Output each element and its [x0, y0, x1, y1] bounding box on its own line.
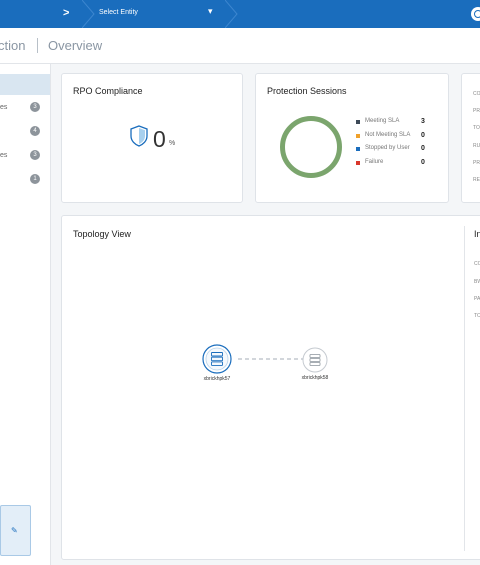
- legend-item: Failure 0: [356, 159, 436, 171]
- count-badge: 3: [30, 102, 40, 112]
- sidebar-item[interactable]: es 3: [0, 150, 50, 164]
- topology-node[interactable]: xbrickhpk57: [202, 344, 232, 382]
- page-title: Overview: [48, 38, 103, 53]
- topology-link: [238, 358, 304, 360]
- server-icon[interactable]: [202, 344, 232, 374]
- legend-swatch: [356, 120, 360, 124]
- server-icon[interactable]: [302, 347, 328, 373]
- detail-label: PR: [473, 160, 480, 166]
- legend-label: Failure: [365, 159, 384, 165]
- count-badge: 4: [30, 126, 40, 136]
- card-title: Protection Sessions: [267, 86, 347, 96]
- sidebar-item-selected[interactable]: [0, 74, 50, 95]
- detail-label: RE: [473, 177, 480, 183]
- title-divider: [37, 38, 38, 53]
- topology-node[interactable]: xbrickhpk58: [302, 347, 328, 381]
- sidebar-action-card[interactable]: ✎: [0, 505, 31, 556]
- legend-item: Meeting SLA 3: [356, 118, 436, 130]
- count-badge: 1: [30, 174, 40, 184]
- sidebar-item[interactable]: 4: [0, 126, 50, 140]
- rpo-unit: %: [169, 140, 176, 147]
- node-label: xbrickhpk57: [203, 376, 231, 382]
- topology-card: Topology View xbrickhpk57 xbrickhpk58 In…: [61, 215, 480, 560]
- breadcrumb-chevron-icon[interactable]: >: [63, 7, 69, 19]
- legend-item: Not Meeting SLA 0: [356, 132, 436, 144]
- legend-label: Meeting SLA: [365, 118, 400, 124]
- edit-icon[interactable]: ✎: [11, 526, 18, 535]
- detail-label: PR: [473, 108, 480, 114]
- sidebar-item[interactable]: es 3: [0, 102, 50, 116]
- breadcrumb-divider: [225, 0, 238, 28]
- sidebar-item-label: es: [0, 104, 8, 111]
- legend-item: Stopped by User 0: [356, 145, 436, 157]
- card-title: Topology View: [73, 229, 131, 239]
- detail-label: TO: [473, 125, 480, 131]
- sidebar-item[interactable]: 1: [0, 174, 50, 188]
- node-label: xbrickhpk58: [301, 375, 329, 381]
- detail-label: RU: [473, 143, 480, 149]
- count-badge: 3: [30, 150, 40, 160]
- sessions-donut-chart: [280, 116, 342, 178]
- shield-icon: [130, 125, 148, 147]
- details-card: CO PR TO RU PR RE: [461, 73, 480, 203]
- legend-swatch: [356, 161, 360, 165]
- info-label: BW: [474, 279, 480, 285]
- legend-label: Not Meeting SLA: [365, 132, 411, 138]
- breadcrumb-divider: [82, 0, 95, 28]
- search-icon[interactable]: [471, 7, 480, 21]
- donut-slice-meeting-sla: [280, 116, 342, 178]
- rpo-compliance-card: RPO Compliance 0 %: [61, 73, 243, 203]
- legend-value: 0: [421, 159, 425, 166]
- info-label: CO: [474, 261, 480, 267]
- legend-swatch: [356, 147, 360, 151]
- info-label: PA: [474, 296, 480, 302]
- section-title: ction: [0, 38, 26, 53]
- protection-sessions-card: Protection Sessions Meeting SLA 3 Not Me…: [255, 73, 449, 203]
- chevron-down-icon[interactable]: ▾: [208, 6, 213, 17]
- sidebar-item-label: es: [0, 152, 8, 159]
- legend-value: 0: [421, 145, 425, 152]
- rpo-value: 0: [153, 126, 166, 152]
- info-label: TO: [474, 313, 480, 319]
- panel-divider: [464, 226, 465, 551]
- legend-value: 3: [421, 118, 425, 125]
- entity-select[interactable]: Select Entity: [99, 9, 138, 16]
- sidebar: es 3 4 es 3 1 ✎: [0, 64, 51, 565]
- legend-value: 0: [421, 132, 425, 139]
- top-navigation-bar: > Select Entity ▾: [0, 0, 480, 28]
- detail-label: CO: [473, 91, 480, 97]
- legend-swatch: [356, 134, 360, 138]
- page-header: ction Overview: [0, 28, 480, 64]
- card-title: RPO Compliance: [73, 86, 143, 96]
- legend-label: Stopped by User: [365, 145, 410, 151]
- info-panel-title: In: [474, 229, 480, 239]
